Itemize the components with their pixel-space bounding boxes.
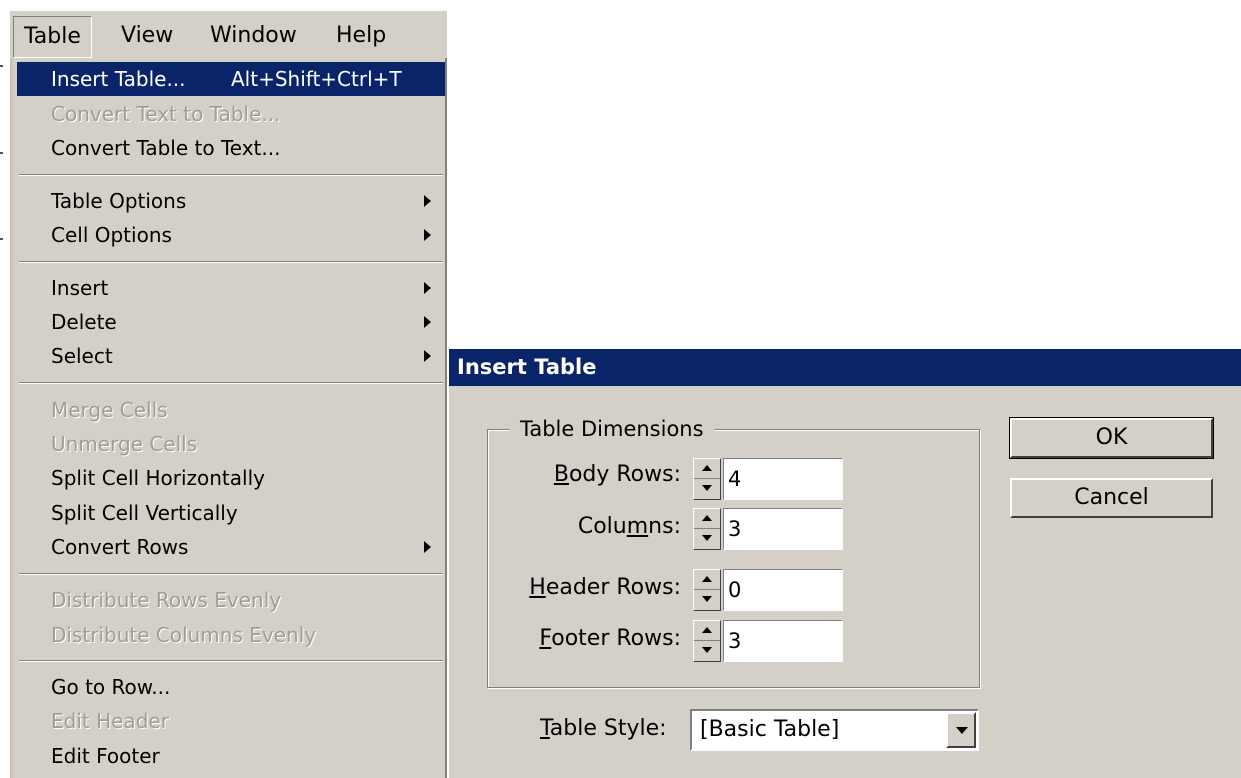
insert-table-dialog: Insert Table Table Dimensions Body Rows:… [449,349,1241,778]
footer-rows-spinner[interactable] [693,620,721,662]
menu-item-convert-rows[interactable]: Convert Rows [17,530,445,564]
chevron-down-icon[interactable] [946,712,976,748]
menu-view[interactable]: View [111,16,183,58]
submenu-arrow-icon [424,282,431,294]
spin-down-icon[interactable] [694,529,720,549]
table-style-value: [Basic Table] [700,717,840,742]
submenu-arrow-icon [424,195,431,207]
header-rows-field[interactable] [723,569,843,611]
spin-down-icon[interactable] [694,641,720,661]
cancel-button[interactable]: Cancel [1010,478,1213,518]
menu-item-cell-options[interactable]: Cell Options [17,218,445,252]
menu-item-label: Insert Table... [51,67,186,91]
submenu-arrow-icon [424,541,431,553]
footer-rows-field[interactable] [723,620,843,662]
menu-item-shortcut: Alt+Shift+Ctrl+T [231,67,402,91]
body-rows-spinner[interactable] [693,458,721,500]
menu-item-edit-footer[interactable]: Edit Footer [17,739,445,773]
header-rows-label: Header Rows: [529,575,681,600]
menu-item-label: Table Options [51,189,187,213]
menu-item-edit-header: Edit Header [51,709,169,733]
menu-item-unmerge-cells: Unmerge Cells [51,432,198,456]
menu-item-delete[interactable]: Delete [17,305,445,339]
columns-spinner[interactable] [693,508,721,550]
menu-table[interactable]: Table [13,16,92,58]
menu-item-insert[interactable]: Insert [17,271,445,305]
menu-item-split-cell-vertically[interactable]: Split Cell Vertically [17,496,445,530]
menu-bar: Table View Window Help [10,10,447,60]
submenu-arrow-icon [424,316,431,328]
menu-item-convert-text-to-table: Convert Text to Table... [51,102,281,126]
menu-item-label: Convert Rows [51,535,189,559]
menu-item-insert-table[interactable]: Insert Table... Alt+Shift+Ctrl+T [17,62,445,96]
group-label: Table Dimensions [510,415,714,443]
submenu-arrow-icon [424,229,431,241]
menu-window[interactable]: Window [200,16,307,58]
menu-item-label: Delete [51,310,117,334]
menu-item-label: Select [51,344,113,368]
menu-item-select[interactable]: Select [17,339,445,373]
header-rows-spinner[interactable] [693,569,721,611]
menu-item-table-options[interactable]: Table Options [17,184,445,218]
dialog-title: Insert Table [449,349,1241,386]
menu-separator [19,382,443,384]
footer-rows-label: Footer Rows: [539,626,681,651]
ok-button[interactable]: OK [1009,417,1214,459]
table-style-select[interactable]: [Basic Table] [690,709,979,751]
body-rows-field[interactable] [723,458,843,500]
document-edge-mark [0,238,3,240]
menu-item-distribute-columns-evenly: Distribute Columns Evenly [51,623,317,647]
document-edge-mark [0,65,3,67]
menu-separator [19,261,443,263]
table-style-label: Table Style: [540,716,667,741]
menu-item-label: Insert [51,276,109,300]
menu-item-label: Cell Options [51,223,172,247]
menu-separator [19,573,443,575]
spin-up-icon[interactable] [694,509,720,529]
submenu-arrow-icon [424,350,431,362]
menu-help[interactable]: Help [326,16,396,58]
columns-field[interactable] [723,508,843,550]
spin-down-icon[interactable] [694,590,720,610]
menu-item-distribute-rows-evenly: Distribute Rows Evenly [51,588,282,612]
columns-label: Columns: [577,514,681,539]
menu-item-go-to-row[interactable]: Go to Row... [17,670,445,704]
spin-up-icon[interactable] [694,459,720,479]
table-menu-dropdown: Insert Table... Alt+Shift+Ctrl+T Convert… [10,58,447,778]
spin-down-icon[interactable] [694,479,720,499]
spin-up-icon[interactable] [694,570,720,590]
document-edge-mark [0,152,3,154]
menu-item-split-cell-horizontally[interactable]: Split Cell Horizontally [17,461,445,495]
menu-item-merge-cells: Merge Cells [51,398,168,422]
spin-up-icon[interactable] [694,621,720,641]
menu-separator [19,660,443,662]
menu-item-convert-table-to-text[interactable]: Convert Table to Text... [17,131,445,165]
menu-separator [19,174,443,176]
body-rows-label: Body Rows: [553,462,681,487]
